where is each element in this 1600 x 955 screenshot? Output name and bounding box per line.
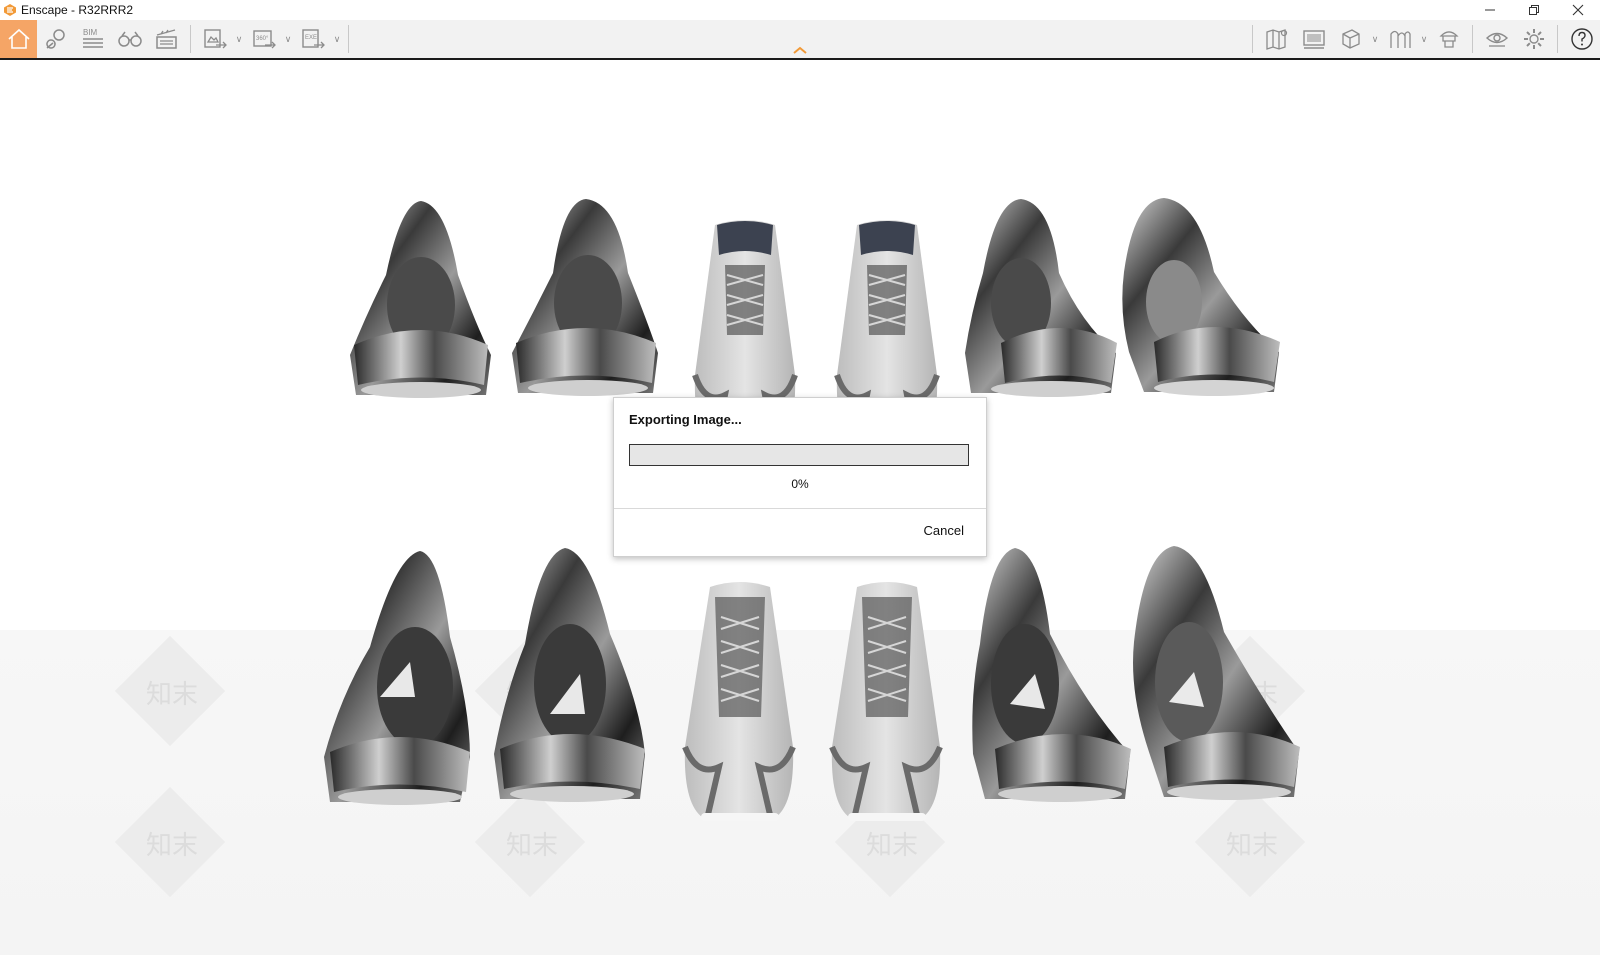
flat-shoe-model xyxy=(350,201,491,398)
gear-icon xyxy=(1523,29,1544,49)
chevron-down-icon: ∨ xyxy=(1420,33,1428,44)
cancel-button[interactable]: Cancel xyxy=(924,523,964,538)
help-button[interactable] xyxy=(1563,20,1600,58)
flat-shoe-model xyxy=(1122,198,1280,396)
silhouette-dropdown[interactable]: ∨ xyxy=(1418,20,1430,58)
silhouette-button[interactable] xyxy=(1381,20,1418,58)
map-icon xyxy=(1265,29,1287,50)
toolbar-left-group: BIM ∨ 360° ∨ EXE ∨ xyxy=(0,20,354,58)
cube-icon xyxy=(1341,29,1360,49)
bim-icon: BIM xyxy=(82,28,103,48)
progress-percent-label: 0% xyxy=(791,477,809,491)
cube-button[interactable] xyxy=(1332,20,1369,58)
visibility-button[interactable] xyxy=(1478,20,1515,58)
export-progress-bar xyxy=(629,444,969,466)
help-icon xyxy=(1570,28,1593,50)
export-exe-icon: EXE xyxy=(301,29,325,49)
collapse-toolbar-chevron-icon[interactable] xyxy=(792,44,808,56)
dialog-divider xyxy=(614,508,986,509)
export-image-icon xyxy=(203,29,227,49)
chevron-down-icon: ∨ xyxy=(284,33,292,44)
export-panorama-button[interactable]: 360° xyxy=(245,20,282,58)
location-button[interactable] xyxy=(37,20,74,58)
minimize-button[interactable] xyxy=(1468,0,1512,20)
video-editor-button[interactable] xyxy=(148,20,185,58)
export-progress-dialog: Exporting Image... 0% Cancel xyxy=(613,397,987,557)
binoculars-icon xyxy=(117,31,142,47)
flat-shoe-model xyxy=(324,551,470,805)
export-panorama-icon: 360° xyxy=(252,30,276,49)
chevron-down-icon: ∨ xyxy=(333,33,341,44)
settings-button[interactable] xyxy=(1515,20,1552,58)
restore-button[interactable] xyxy=(1512,0,1556,20)
restore-icon xyxy=(1529,5,1539,15)
export-exe-dropdown[interactable]: ∨ xyxy=(331,20,343,58)
billboard-icon xyxy=(1302,30,1325,49)
asset-library-icon xyxy=(1438,31,1459,48)
watermark-text: 知末 xyxy=(146,831,199,861)
watermark-text: 知末 xyxy=(146,680,199,710)
minimize-icon xyxy=(1485,9,1495,11)
flat-shoe-model xyxy=(512,199,658,396)
chevron-down-icon: ∨ xyxy=(1371,33,1379,44)
toolbar-separator xyxy=(348,25,349,53)
binoculars-button[interactable] xyxy=(111,20,148,58)
title-bar: Enscape - R32RRR2 xyxy=(0,0,1600,20)
clapperboard-icon xyxy=(155,29,177,49)
home-button[interactable] xyxy=(0,20,37,58)
watermark-text: 知末 xyxy=(1226,831,1279,861)
export-image-button[interactable] xyxy=(196,20,233,58)
flat-shoe-model xyxy=(972,548,1131,802)
toolbar-separator xyxy=(190,25,191,53)
window-controls xyxy=(1468,0,1600,20)
eye-icon xyxy=(1485,32,1508,47)
dialog-title: Exporting Image... xyxy=(629,412,742,427)
export-panorama-dropdown[interactable]: ∨ xyxy=(282,20,294,58)
enscape-logo-icon xyxy=(4,4,16,16)
billboard-button[interactable] xyxy=(1295,20,1332,58)
bim-button[interactable]: BIM xyxy=(74,20,111,58)
close-button[interactable] xyxy=(1556,0,1600,20)
toolbar-right-group: ∨ ∨ xyxy=(1247,20,1600,58)
toolbar-separator xyxy=(1472,25,1473,53)
cube-dropdown[interactable]: ∨ xyxy=(1369,20,1381,58)
export-image-dropdown[interactable]: ∨ xyxy=(233,20,245,58)
watermark-text: 知末 xyxy=(866,831,919,861)
svg-text:BIM: BIM xyxy=(83,28,98,37)
flat-shoe-model xyxy=(965,199,1117,397)
window-title: Enscape - R32RRR2 xyxy=(21,3,134,17)
export-exe-button[interactable]: EXE xyxy=(294,20,331,58)
flat-shoe-model xyxy=(494,548,645,802)
chevron-down-icon: ∨ xyxy=(235,33,243,44)
home-icon xyxy=(7,28,30,49)
toolbar-separator xyxy=(1557,25,1558,53)
location-pin-icon xyxy=(45,29,65,49)
sneaker-model xyxy=(682,582,796,821)
asset-library-button[interactable] xyxy=(1430,20,1467,58)
watermark-text: 知末 xyxy=(506,831,559,861)
map-button[interactable] xyxy=(1258,20,1295,58)
silhouette-icon xyxy=(1389,30,1411,48)
close-icon xyxy=(1572,4,1584,16)
svg-text:360°: 360° xyxy=(256,36,269,42)
svg-text:EXE: EXE xyxy=(305,35,317,41)
sneaker-model xyxy=(829,582,943,821)
flat-shoe-model xyxy=(1133,546,1300,800)
toolbar-separator xyxy=(1252,25,1253,53)
